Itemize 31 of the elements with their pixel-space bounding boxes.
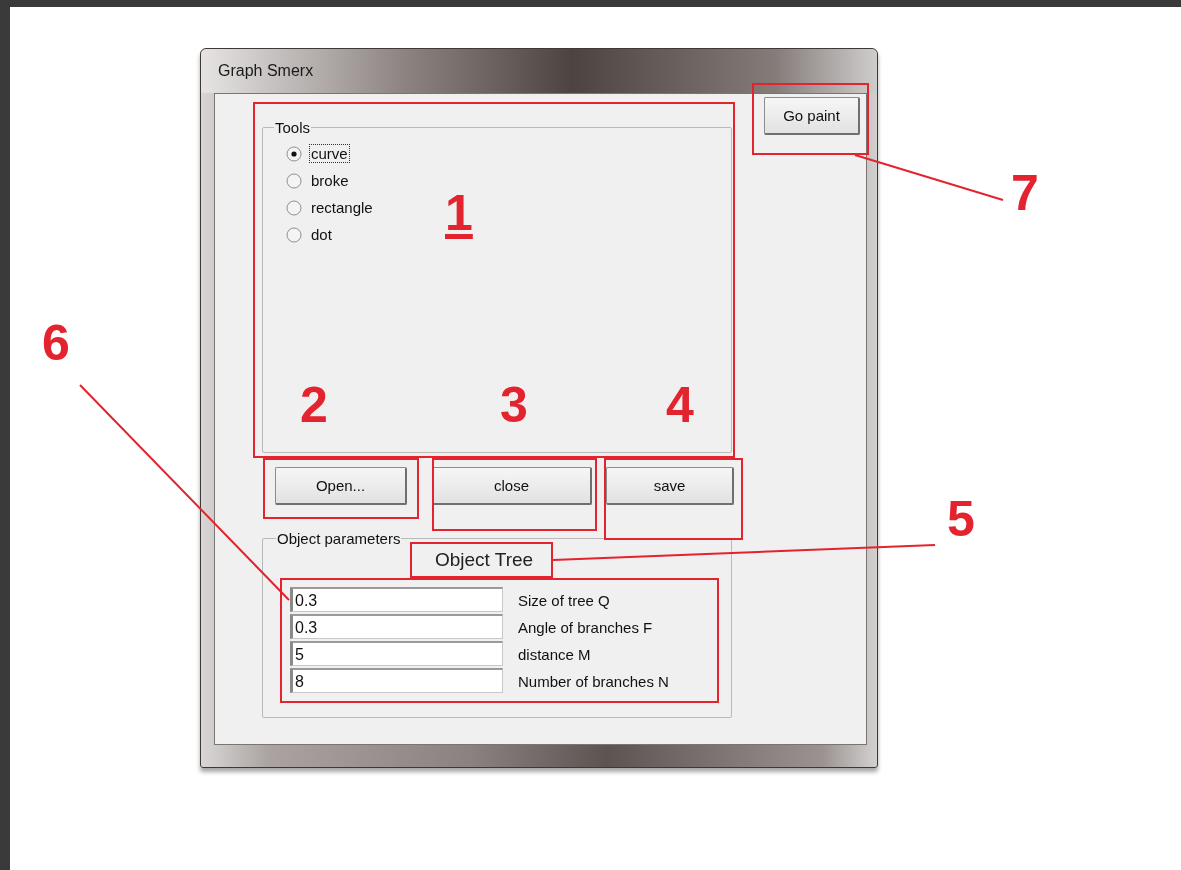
- callout-number: 6: [42, 318, 70, 368]
- radio-label: broke: [310, 172, 350, 189]
- action-button[interactable]: save: [606, 467, 734, 505]
- radio-button[interactable]: [286, 145, 302, 162]
- radio-label: curve: [310, 145, 349, 162]
- field-label: Number of branches N: [518, 673, 669, 690]
- field-label: Size of tree Q: [518, 592, 610, 609]
- callout-number: 1: [445, 188, 473, 238]
- action-button[interactable]: Open...: [275, 467, 407, 505]
- field-label: distance M: [518, 646, 591, 663]
- callout-number: 4: [666, 380, 694, 430]
- callout-number: 3: [500, 380, 528, 430]
- callout-number: 7: [1011, 168, 1039, 218]
- callout-number: 5: [947, 494, 975, 544]
- go-paint-button[interactable]: Go paint: [764, 97, 860, 135]
- action-button[interactable]: close: [432, 467, 592, 505]
- radio-button[interactable]: [286, 226, 302, 243]
- callout-number: 2: [300, 380, 328, 430]
- input-field[interactable]: 0.3: [290, 587, 503, 612]
- group-title: Object parameters: [276, 530, 402, 547]
- object-name: Object Tree: [434, 549, 534, 571]
- input-field[interactable]: 5: [290, 641, 503, 666]
- input-field[interactable]: 8: [290, 668, 503, 693]
- radio-label: rectangle: [310, 199, 374, 216]
- radio-button[interactable]: [286, 172, 302, 189]
- window-title: Graph Smerx: [218, 62, 314, 80]
- radio-label: dot: [310, 226, 333, 243]
- radio-button[interactable]: [286, 199, 302, 216]
- group-title: Tools: [274, 119, 312, 136]
- field-label: Angle of branches F: [518, 619, 653, 636]
- input-field[interactable]: 0.3: [290, 614, 503, 639]
